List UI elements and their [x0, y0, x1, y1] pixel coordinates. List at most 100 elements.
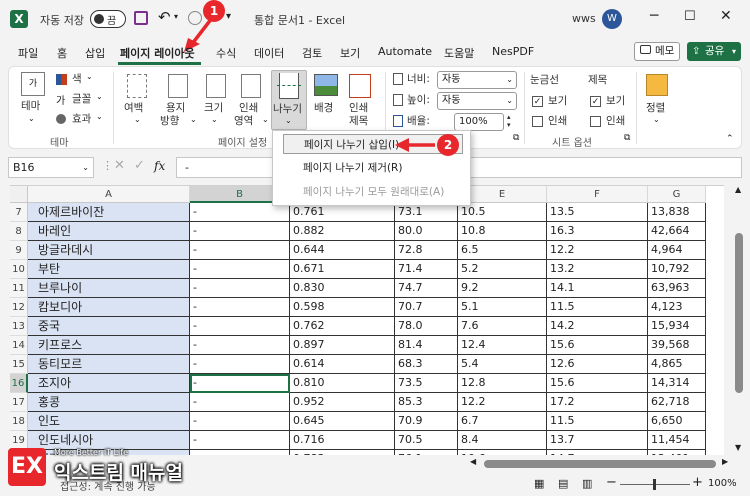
theme-effects-button[interactable]: 효과 ⌄	[56, 112, 104, 128]
table-cell[interactable]: 7.6	[458, 317, 547, 336]
table-cell[interactable]: -	[190, 241, 290, 260]
column-header-f[interactable]: F	[547, 186, 648, 203]
gridlines-view-checkbox[interactable]: ✓ 보기	[532, 95, 582, 109]
table-cell[interactable]: 70.5	[395, 431, 458, 450]
table-cell[interactable]: 14.2	[547, 317, 648, 336]
table-cell[interactable]: 11,454	[648, 431, 706, 450]
page-break-view-icon[interactable]: ▥	[582, 477, 592, 490]
maximize-icon[interactable]: ☐	[684, 9, 696, 24]
table-cell[interactable]: 11.5	[547, 412, 648, 431]
table-cell[interactable]: 14,314	[648, 374, 706, 393]
table-cell[interactable]: 16.3	[547, 222, 648, 241]
normal-view-icon[interactable]: ▦	[534, 477, 544, 490]
table-cell[interactable]: 0.671	[290, 260, 395, 279]
table-cell[interactable]: 4,964	[648, 241, 706, 260]
scale-input[interactable]: 100%	[454, 113, 504, 131]
scale-spinner-icon[interactable]: ▴ ▾	[507, 113, 511, 129]
tab-review[interactable]: 검토	[302, 45, 322, 61]
table-cell[interactable]: -	[190, 393, 290, 412]
print-titles-button[interactable]: 인쇄 제목	[346, 72, 376, 128]
column-header-g[interactable]: G	[648, 186, 706, 203]
table-cell[interactable]: 13,838	[648, 203, 706, 222]
scroll-down-icon[interactable]: ▼	[735, 443, 741, 452]
table-cell[interactable]: 8.4	[458, 431, 547, 450]
table-cell[interactable]: 홍콩	[28, 393, 190, 412]
column-header-a[interactable]: A	[28, 186, 190, 203]
table-cell[interactable]: 인도	[28, 412, 190, 431]
tab-nespdf[interactable]: NesPDF	[492, 45, 534, 58]
table-cell[interactable]: -	[190, 279, 290, 298]
table-cell[interactable]: 0.614	[290, 355, 395, 374]
scroll-right-icon[interactable]: ▶	[722, 457, 728, 466]
table-cell[interactable]: -	[190, 374, 290, 393]
table-cell[interactable]: 방글라데시	[28, 241, 190, 260]
row-header[interactable]: 18	[10, 412, 28, 431]
table-cell[interactable]: 6,650	[648, 412, 706, 431]
save-icon[interactable]	[134, 11, 148, 25]
table-cell[interactable]: 13.2	[547, 260, 648, 279]
tab-file[interactable]: 파일	[18, 45, 38, 61]
tab-home[interactable]: 홈	[57, 45, 67, 61]
table-cell[interactable]: 72.8	[395, 241, 458, 260]
table-cell[interactable]: -	[190, 317, 290, 336]
table-cell[interactable]: 4,865	[648, 355, 706, 374]
table-cell[interactable]: 13.5	[547, 203, 648, 222]
cancel-icon[interactable]: ✕	[114, 158, 125, 173]
table-cell[interactable]: 0.952	[290, 393, 395, 412]
margins-button[interactable]: 여백 ⌄	[120, 72, 156, 128]
headings-view-checkbox[interactable]: ✓ 보기	[590, 95, 640, 109]
autosave-toggle[interactable]: 끔	[90, 10, 126, 28]
orientation-button[interactable]: 용지 방향 ⌄	[160, 72, 198, 128]
scroll-up-icon[interactable]: ▲	[735, 185, 741, 194]
table-cell[interactable]: 17.2	[547, 393, 648, 412]
table-cell[interactable]: 5.1	[458, 298, 547, 317]
table-cell[interactable]: 10.5	[458, 203, 547, 222]
vertical-scrollbar[interactable]: ▲ ▼	[732, 185, 746, 455]
vertical-scroll-thumb[interactable]	[735, 233, 743, 393]
table-cell[interactable]: 바레인	[28, 222, 190, 241]
table-cell[interactable]: 브루나이	[28, 279, 190, 298]
page-layout-view-icon[interactable]: ▤	[558, 477, 568, 490]
table-cell[interactable]: 0.762	[290, 317, 395, 336]
table-cell[interactable]: 15.6	[547, 336, 648, 355]
table-cell[interactable]: 15.6	[547, 374, 648, 393]
table-cell[interactable]: -	[190, 336, 290, 355]
width-select[interactable]: 자동 ⌄	[437, 71, 517, 89]
table-cell[interactable]: 78.0	[395, 317, 458, 336]
row-header[interactable]: 11	[10, 279, 28, 298]
table-cell[interactable]: -	[190, 260, 290, 279]
table-cell[interactable]: 6.5	[458, 241, 547, 260]
breaks-button[interactable]: 나누기 ⌄	[271, 70, 307, 130]
table-cell[interactable]: 68.3	[395, 355, 458, 374]
select-all-corner[interactable]	[10, 186, 28, 203]
table-cell[interactable]: 71.4	[395, 260, 458, 279]
table-cell[interactable]: 63,963	[648, 279, 706, 298]
table-cell[interactable]: 4,123	[648, 298, 706, 317]
table-cell[interactable]: -	[190, 355, 290, 374]
themes-button[interactable]: 가 테마 ⌄	[18, 72, 50, 128]
row-header[interactable]: 15	[10, 355, 28, 374]
share-button[interactable]: ⇪ 공유 ▾	[687, 42, 741, 61]
name-box[interactable]: B16 ⌄	[8, 157, 94, 178]
tab-formulas[interactable]: 수식	[216, 45, 236, 61]
remove-page-break-item[interactable]: 페이지 나누기 제거(R)	[283, 158, 463, 178]
worksheet-grid[interactable]: ABCDEFG 7아제르바이잔-0.76173.110.513.513,8388…	[10, 185, 724, 455]
table-cell[interactable]: 중국	[28, 317, 190, 336]
table-cell[interactable]: 0.716	[290, 431, 395, 450]
insert-function-icon[interactable]: fx	[154, 159, 165, 173]
table-cell[interactable]: 0.810	[290, 374, 395, 393]
table-cell[interactable]: 11.5	[547, 298, 648, 317]
table-cell[interactable]: 10,792	[648, 260, 706, 279]
close-icon[interactable]: ✕	[720, 8, 732, 24]
table-cell[interactable]: 74.7	[395, 279, 458, 298]
tab-insert[interactable]: 삽입	[85, 45, 105, 61]
table-cell[interactable]: 5.2	[458, 260, 547, 279]
print-area-button[interactable]: 인쇄 영역 ⌄	[234, 72, 269, 128]
table-cell[interactable]: 부탄	[28, 260, 190, 279]
table-cell[interactable]: 15,934	[648, 317, 706, 336]
enter-icon[interactable]: ✓	[134, 158, 145, 173]
table-cell[interactable]: 12.8	[458, 374, 547, 393]
table-cell[interactable]: 6.7	[458, 412, 547, 431]
row-header[interactable]: 10	[10, 260, 28, 279]
table-cell[interactable]: 5.4	[458, 355, 547, 374]
